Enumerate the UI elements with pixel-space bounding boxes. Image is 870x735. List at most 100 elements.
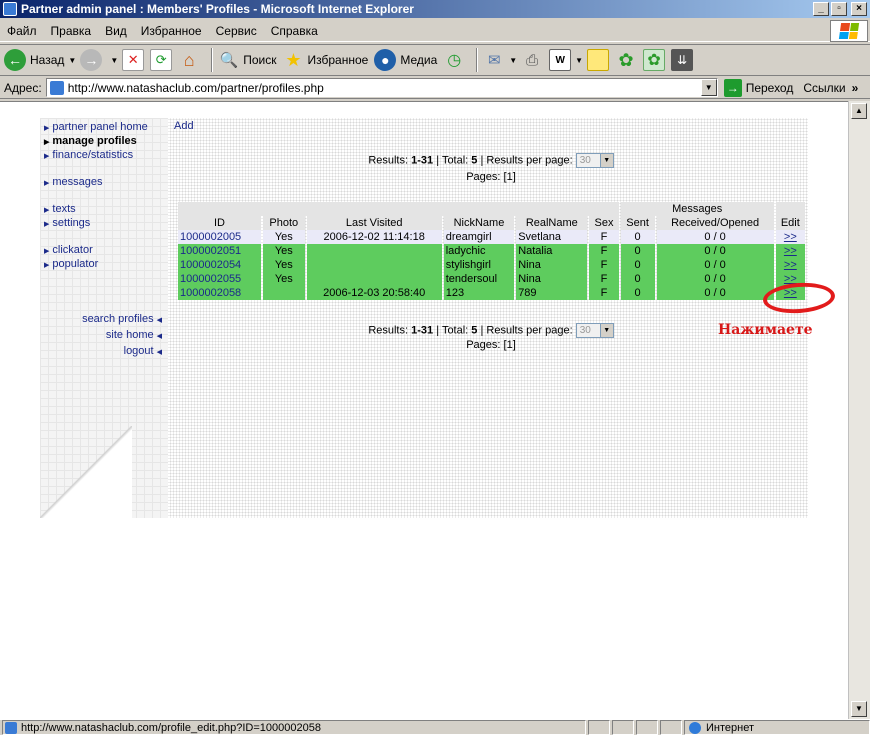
sidebar-item-populator[interactable]: ▶ populator — [44, 258, 98, 270]
menu-file[interactable]: Файл — [0, 24, 44, 38]
mail-dropdown-icon[interactable]: ▼ — [509, 56, 517, 65]
status-url: http://www.natashaclub.com/profile_edit.… — [2, 720, 586, 735]
sidebar-item-messages[interactable]: ▶ messages — [44, 176, 103, 188]
security-zone: Интернет — [684, 720, 870, 735]
edit-profile-link[interactable]: >> — [784, 259, 797, 271]
mail-icon[interactable]: ✉ — [483, 49, 505, 71]
triangle-right-icon: ▶ — [44, 153, 50, 160]
vertical-scrollbar[interactable]: ▲ ▼ — [848, 101, 870, 719]
media-label: Медиа — [400, 53, 438, 67]
logout-link[interactable]: logout ◀ — [124, 345, 162, 357]
search-profiles-link[interactable]: search profiles ◀ — [82, 313, 162, 325]
col-received-opened: Received/Opened — [656, 216, 774, 230]
sidebar-item-finance-statistics[interactable]: ▶ finance/statistics — [44, 149, 133, 161]
edit-profile-link[interactable]: >> — [784, 245, 797, 257]
download-icon[interactable]: ⇊ — [671, 49, 694, 71]
favorites-label: Избранное — [307, 53, 369, 67]
links-button[interactable]: Ссылки » — [803, 81, 858, 95]
ie-app-icon — [3, 2, 17, 16]
results-per-page-select[interactable]: 30 ▼ — [575, 323, 614, 338]
menu-help[interactable]: Справка — [264, 24, 325, 38]
scroll-down-icon[interactable]: ▼ — [851, 701, 867, 717]
toolbar: ← Назад ▼ → ▼ ✕ ⟳ ⌂ 🔍 Поиск ★ Избранное … — [0, 44, 870, 76]
scroll-up-icon[interactable]: ▲ — [851, 103, 867, 119]
profile-id-link[interactable]: 1000002005 — [180, 231, 241, 243]
edit-word-icon[interactable]: W — [549, 49, 572, 71]
col-nickname: NickName — [443, 216, 515, 230]
sidebar-item-manage-profiles[interactable]: ▶ manage profiles — [44, 135, 137, 147]
profile-id-link[interactable]: 1000002058 — [180, 287, 241, 299]
table-row: 1000002005 Yes 2006-12-02 11:14:18 dream… — [178, 230, 805, 244]
back-button[interactable]: ← Назад — [4, 49, 64, 71]
col-sex: Sex — [589, 216, 619, 230]
favorites-button[interactable]: ★ Избранное — [283, 49, 369, 71]
back-label: Назад — [30, 53, 65, 67]
edit-dropdown-icon[interactable]: ▼ — [575, 56, 583, 65]
go-label: Переход — [745, 80, 794, 95]
profile-id-link[interactable]: 1000002054 — [180, 259, 241, 271]
triangle-left-icon: ◀ — [156, 317, 162, 324]
table-row: 1000002054 Yes stylishgirl Nina F 0 0 / … — [178, 258, 805, 272]
maximize-button[interactable]: ▫ — [831, 2, 847, 16]
results-info-top: Results: 1-31 | Total: 5 | Results per p… — [174, 153, 808, 168]
media-button[interactable]: ● Медиа — [374, 49, 437, 71]
chevron-down-icon: ▼ — [599, 154, 613, 167]
print-icon[interactable]: ⎙ — [521, 49, 543, 71]
forward-arrow-icon: → — [80, 49, 103, 71]
sidebar-item-texts[interactable]: ▶ texts — [44, 203, 76, 215]
triangle-right-icon: ▶ — [44, 207, 50, 214]
page-icon — [49, 80, 64, 95]
search-icon: 🔍 — [219, 52, 239, 69]
search-button[interactable]: 🔍 Поиск — [218, 49, 277, 71]
results-per-page-select[interactable]: 30 ▼ — [575, 153, 614, 168]
window-title: Partner admin panel : Members' Profiles … — [21, 2, 414, 16]
menu-favorites[interactable]: Избранное — [134, 24, 209, 38]
table-row: 1000002055 Yes tendersoul Nina F 0 0 / 0… — [178, 272, 805, 286]
sidebar-item-clickator[interactable]: ▶ clickator — [44, 244, 93, 256]
menu-bar: Файл Правка Вид Избранное Сервис Справка — [0, 20, 870, 42]
address-input[interactable]: http://www.natashaclub.com/partner/profi… — [45, 78, 718, 97]
site-home-link[interactable]: site home ◀ — [106, 329, 162, 341]
chevron-down-icon: ▼ — [599, 324, 613, 337]
home-icon[interactable]: ⌂ — [178, 49, 200, 71]
sidebar: ▶ partner panel home ▶ manage profiles ▶ fi… — [40, 118, 168, 518]
minimize-button[interactable]: _ — [813, 2, 829, 16]
pagination-top: Pages: [1] — [466, 171, 516, 183]
forward-button[interactable]: → — [80, 49, 106, 71]
sidebar-item-partner-panel-home[interactable]: ▶ partner panel home — [44, 121, 148, 133]
triangle-left-icon: ◀ — [156, 333, 162, 340]
add-link[interactable]: Add — [174, 120, 194, 132]
go-button[interactable]: → Переход — [723, 78, 794, 97]
results-info-bottom: Results: 1-31 | Total: 5 | Results per p… — [174, 323, 808, 338]
title-bar: Partner admin panel : Members' Profiles … — [0, 0, 870, 18]
sidebar-item-settings[interactable]: ▶ settings — [44, 217, 90, 229]
triangle-right-icon: ▶ — [44, 139, 50, 146]
address-url[interactable]: http://www.natashaclub.com/partner/profi… — [68, 81, 701, 95]
triangle-right-icon: ▶ — [44, 248, 50, 255]
refresh-icon[interactable]: ⟳ — [150, 49, 173, 71]
back-dropdown-icon[interactable]: ▼ — [68, 56, 76, 65]
menu-view[interactable]: Вид — [98, 24, 134, 38]
icq-flower-active-icon[interactable]: ✿ — [643, 49, 666, 71]
back-arrow-icon: ← — [4, 49, 26, 71]
page-link-1[interactable]: [1] — [504, 171, 516, 183]
profile-id-link[interactable]: 1000002051 — [180, 245, 241, 257]
col-edit: Edit — [775, 216, 805, 230]
close-button[interactable]: × — [851, 2, 867, 16]
windows-logo — [830, 20, 868, 42]
menu-tools[interactable]: Сервис — [209, 24, 264, 38]
page-link-1[interactable]: [1] — [504, 339, 516, 351]
edit-profile-link[interactable]: >> — [784, 231, 797, 243]
icq-flower-icon[interactable]: ✿ — [615, 49, 637, 71]
notes-icon[interactable] — [587, 49, 610, 71]
menu-edit[interactable]: Правка — [44, 24, 99, 38]
internet-globe-icon — [689, 721, 701, 734]
history-icon[interactable]: ◷ — [443, 49, 465, 71]
star-icon: ★ — [285, 49, 302, 70]
profile-id-link[interactable]: 1000002055 — [180, 273, 241, 285]
triangle-left-icon: ◀ — [156, 349, 162, 356]
stop-icon[interactable]: ✕ — [122, 49, 145, 71]
forward-dropdown-icon[interactable]: ▼ — [110, 56, 118, 65]
links-label: Ссылки — [803, 80, 846, 95]
address-dropdown-icon[interactable]: ▼ — [700, 79, 717, 96]
